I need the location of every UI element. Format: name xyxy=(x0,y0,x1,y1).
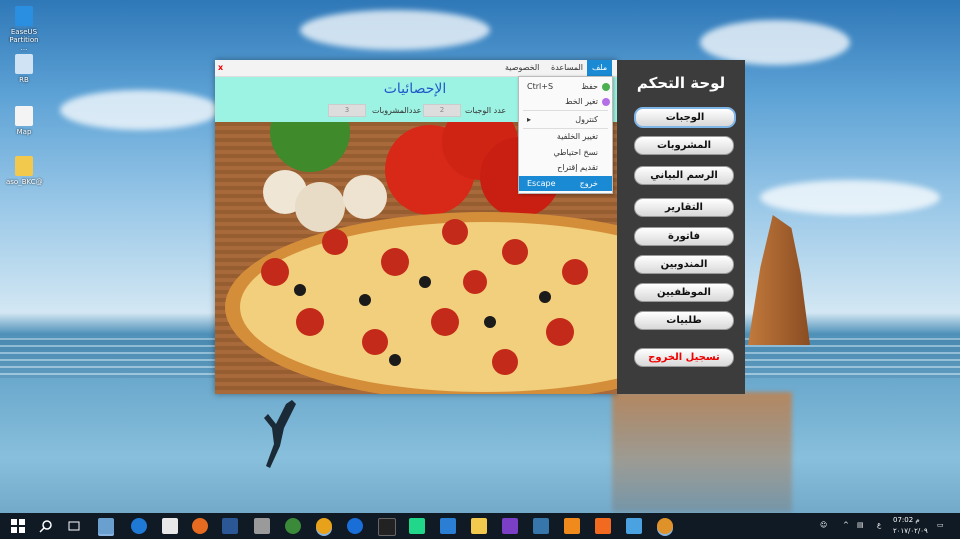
invoice-button[interactable]: فاتورة xyxy=(634,227,734,246)
cloud xyxy=(700,20,850,65)
terminal-icon[interactable] xyxy=(378,518,396,536)
menu-item-backup[interactable]: نسخ احتياطي xyxy=(519,145,612,160)
file-explorer-icon[interactable] xyxy=(471,518,487,534)
desktop-icon-zip[interactable]: aso_BKC@ xyxy=(6,156,43,186)
cliff-reflection xyxy=(612,392,792,512)
chevron-up-icon[interactable]: ^ xyxy=(843,521,849,529)
network-icon[interactable]: ▤ xyxy=(857,521,864,529)
drinks-count-field[interactable]: 3 xyxy=(328,104,366,117)
logout-button[interactable]: تسجيل الخروج xyxy=(634,348,734,367)
reports-button[interactable]: التقارير xyxy=(634,198,734,217)
menu-item-save[interactable]: Ctrl+S حفظ xyxy=(519,79,612,94)
visual-studio-icon[interactable] xyxy=(502,518,518,534)
menu-item-change-background[interactable]: تغيير الخلفية xyxy=(519,129,612,144)
cliff xyxy=(748,215,810,345)
clock-date[interactable]: ٢٠١٧/٠٢/٠٩ xyxy=(893,527,928,535)
cloud xyxy=(300,10,490,50)
python-icon[interactable] xyxy=(533,518,549,534)
chrome-icon[interactable] xyxy=(316,518,332,534)
meals-button[interactable]: الوجبات xyxy=(634,107,736,128)
menu-item-control[interactable]: ▸ كنترول xyxy=(519,112,612,127)
taskbar: ☺ ^ ▤ ع 07:02 م ٢٠١٧/٠٢/٠٩ ▭ xyxy=(0,513,960,539)
close-button[interactable]: x xyxy=(218,63,223,72)
burger-app-icon[interactable] xyxy=(657,518,673,534)
menu-bar: x الخصوصية المساعدة ملف xyxy=(215,60,617,77)
store-icon[interactable] xyxy=(162,518,178,534)
chart-button[interactable]: الرسم البياني xyxy=(634,166,734,185)
edge-icon[interactable] xyxy=(131,518,147,534)
file-dropdown-menu: Ctrl+S حفظ تغير الخط ▸ كنترول تغيير الخل… xyxy=(518,76,613,194)
cloud xyxy=(760,180,940,215)
desktop-icon-map[interactable]: Map xyxy=(6,106,42,136)
orders-button[interactable]: طلبيات xyxy=(634,311,734,330)
menu-help[interactable]: المساعدة xyxy=(551,63,583,72)
drinks-count-label: عددالمشروبات xyxy=(372,106,422,115)
control-panel: لوحة التحكم الوجبات المشروبات الرسم البي… xyxy=(617,60,745,394)
save-icon xyxy=(602,83,610,91)
database-icon[interactable] xyxy=(254,518,270,534)
teamviewer-icon[interactable] xyxy=(347,518,363,534)
search-icon[interactable] xyxy=(38,518,54,534)
easeus-icon xyxy=(15,6,33,26)
employees-button[interactable]: الموظفيين xyxy=(634,283,734,302)
pycharm-icon[interactable] xyxy=(409,518,425,534)
meals-count-label: عدد الوجبات xyxy=(465,106,507,115)
diver-silhouette xyxy=(264,400,296,468)
drinks-button[interactable]: المشروبات xyxy=(634,136,734,155)
windows-start-icon[interactable] xyxy=(10,518,26,534)
submenu-arrow-icon: ▸ xyxy=(527,115,532,124)
sublime-icon[interactable] xyxy=(564,518,580,534)
menu-item-change-font[interactable]: تغير الخط xyxy=(519,94,612,109)
menu-item-suggestion[interactable]: تقديم إقتراح xyxy=(519,160,612,175)
monitor-icon[interactable] xyxy=(626,518,642,534)
clock-time[interactable]: 07:02 م xyxy=(893,516,920,524)
menu-privacy[interactable]: الخصوصية xyxy=(505,63,539,72)
xampp-icon[interactable] xyxy=(595,518,611,534)
menu-separator xyxy=(523,110,608,111)
firefox-icon[interactable] xyxy=(192,518,208,534)
people-icon[interactable]: ☺ xyxy=(820,521,827,529)
desktop-icon-easeus[interactable]: EaseUS Partition ... xyxy=(6,6,42,52)
hs-icon[interactable] xyxy=(285,518,301,534)
file-icon xyxy=(15,106,33,126)
panel-title: لوحة التحكم xyxy=(636,74,726,92)
window-app-icon[interactable] xyxy=(440,518,456,534)
word-icon[interactable] xyxy=(222,518,238,534)
page-title: الإحصائيات xyxy=(383,81,447,97)
language-indicator[interactable]: ع xyxy=(877,521,881,529)
menu-file[interactable]: ملف xyxy=(587,60,613,76)
delegates-button[interactable]: المندوبين xyxy=(634,255,734,274)
zip-folder-icon xyxy=(15,156,33,176)
meals-count-field[interactable]: 2 xyxy=(423,104,461,117)
cloud xyxy=(60,90,220,130)
app-cube-icon[interactable] xyxy=(98,518,114,534)
menu-item-exit[interactable]: Escape خروج xyxy=(519,176,612,191)
notifications-icon[interactable]: ▭ xyxy=(937,521,944,529)
task-view-icon[interactable] xyxy=(66,518,82,534)
font-icon xyxy=(602,98,610,106)
desktop-icon-recycle-bin[interactable]: RB xyxy=(6,54,42,84)
recycle-bin-icon xyxy=(15,54,33,74)
